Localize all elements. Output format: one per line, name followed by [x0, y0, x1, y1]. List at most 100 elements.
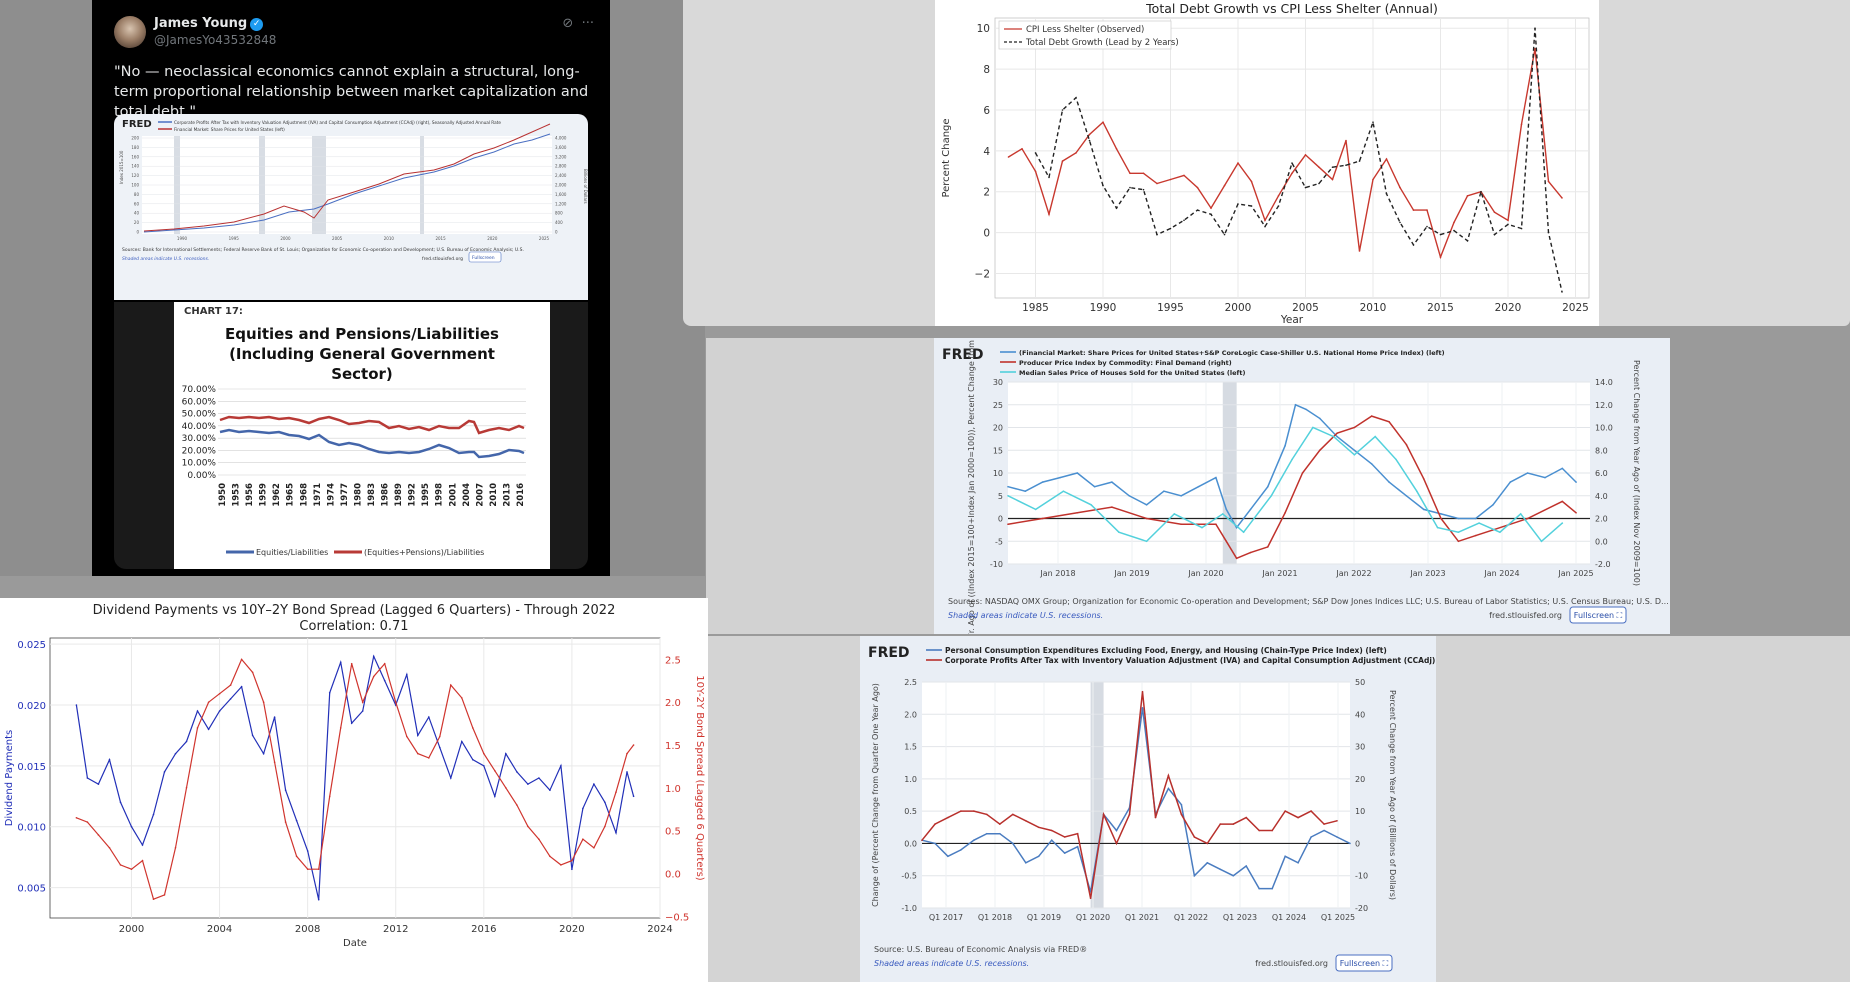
series-0-line-point — [1474, 517, 1477, 520]
series-0-line-point — [152, 813, 155, 816]
tweet-author[interactable]: James Young ✓ — [154, 16, 264, 31]
series-0-line-point — [240, 685, 243, 688]
series-0-line-point — [1245, 865, 1247, 867]
y2-tick-label: -2.0 — [1595, 560, 1611, 569]
series-0-line-point — [986, 832, 988, 835]
embedded-fred-svg: FRED Corporate Profits After Tax with In… — [119, 119, 588, 263]
series-1-line-point — [1193, 836, 1196, 838]
fred-share-figure[interactable]: FRED (Financial Market: Share Prices for … — [934, 338, 1670, 634]
series-0-line-point — [1264, 219, 1266, 222]
series-1-line-point — [1154, 816, 1157, 819]
y-tick-label: 8 — [983, 64, 990, 76]
x-tick-label: Q1 2020 — [1076, 913, 1110, 922]
series-1-line-point — [1050, 829, 1053, 832]
avatar[interactable] — [114, 16, 146, 48]
legend-label: (Financial Market: Share Prices for Unit… — [1019, 349, 1445, 357]
series-0-line-point — [1115, 829, 1118, 832]
series-0-line-point — [1561, 197, 1563, 199]
x-tick-label: 1968 — [299, 483, 309, 507]
series-1-line-point — [1025, 820, 1027, 822]
series-0-line-point — [1323, 829, 1325, 832]
y-axis-label-left: Dividend Payments — [4, 730, 15, 827]
fred-pce-figure[interactable]: FRED Personal Consumption Expenditures Ex… — [860, 636, 1465, 982]
x-tick-label: Q1 2017 — [929, 913, 963, 922]
series-0-line-point — [1349, 842, 1351, 845]
fred-site: fred.stlouisfed.org — [422, 256, 463, 262]
x-tick-label: 2013 — [502, 483, 512, 507]
series-1-line-point — [1412, 244, 1415, 246]
series-1-line-point — [1318, 182, 1320, 185]
tweet-author-name[interactable]: James Young — [154, 16, 247, 31]
series-1-line-point — [273, 761, 276, 763]
fred-logo: FRED — [868, 645, 910, 661]
series-0-line-point — [604, 801, 606, 804]
embedded-chart17[interactable]: CHART 17: Equities and Pensions/Liabilit… — [114, 302, 588, 569]
x-tick-label: 1995 — [1157, 302, 1184, 314]
series-1-line-point — [549, 855, 551, 858]
plot-area — [922, 682, 1350, 908]
series-0-line-point — [1193, 874, 1196, 877]
y-tick-label: 120 — [131, 173, 139, 178]
series-1-line-point — [428, 757, 430, 759]
series-1-line-point — [1235, 557, 1238, 560]
series-0-line-point — [1076, 472, 1079, 474]
series-1-line-point — [1323, 823, 1325, 825]
series-0-line-point — [1440, 513, 1442, 515]
series-1-line-point — [108, 847, 111, 849]
tweet-handle[interactable]: @JamesYo43532848 — [154, 33, 276, 47]
series-1-line-point — [361, 701, 364, 703]
y-tick-label: -10 — [990, 560, 1003, 569]
x-tick-label: 2007 — [475, 483, 485, 507]
series-1-line-point — [1466, 240, 1469, 242]
series-1-line-point — [1128, 813, 1131, 816]
x-tick-label: 2025 — [1562, 302, 1589, 314]
fullscreen-label[interactable]: Fullscreen — [472, 255, 495, 261]
y-tick-label: 25 — [993, 401, 1003, 410]
series-0-line-point — [1336, 836, 1338, 838]
series-0-line-point — [339, 661, 342, 664]
y-tick-label: 160 — [131, 154, 139, 159]
series-0-line-point — [350, 722, 353, 724]
grok-icon[interactable]: ⊘ — [562, 16, 573, 31]
series-1-line-point — [1048, 176, 1050, 179]
embedded-fred-chart[interactable]: FRED Corporate Profits After Tax with In… — [114, 114, 588, 300]
series-1-line-point — [229, 684, 232, 686]
series-0-line-point — [1142, 172, 1145, 175]
x-axis-label: Date — [343, 938, 367, 949]
series-0-line-point — [1050, 839, 1053, 841]
series-1-line-point — [1331, 166, 1334, 168]
series-1-line-point — [632, 744, 635, 746]
series-0-line-point — [1250, 180, 1253, 183]
fullscreen-label: Fullscreen ⛶ — [1340, 959, 1389, 968]
series-0-line-point — [1544, 476, 1546, 479]
x-tick-label: 2010 — [384, 236, 395, 241]
series-1-line-point — [1102, 184, 1104, 187]
series-1-line-point — [218, 692, 221, 695]
series-0-line-point — [130, 825, 133, 828]
y2-tick-label: 40 — [1355, 710, 1365, 719]
series-0-line-point — [483, 765, 485, 767]
series-1-line-point — [1210, 213, 1212, 215]
x-tick-label: 1950 — [218, 483, 228, 507]
y2-tick-label: 3,600 — [555, 145, 567, 150]
y-tick-label: 200 — [131, 136, 139, 141]
series-0-line-point — [1258, 887, 1260, 890]
series-0-line-point — [1128, 495, 1130, 497]
y-tick-label: 2.0 — [904, 710, 917, 719]
series-0-line-point — [571, 868, 573, 871]
x-tick-label: 2012 — [383, 924, 408, 935]
fred-ylabel-left: Index 2015=100 — [119, 150, 124, 184]
more-icon[interactable]: ··· — [582, 16, 594, 31]
series-1-line-point — [1115, 842, 1118, 845]
series-0-line-point — [934, 842, 936, 845]
series-0-line-point — [1024, 490, 1027, 492]
series-0-line-point — [560, 765, 562, 767]
verified-badge-icon: ✓ — [250, 18, 264, 31]
series-1-line-point — [1358, 160, 1361, 162]
y-tick-label: 0 — [136, 230, 139, 235]
series-1-line-point — [1249, 551, 1252, 554]
y-tick-label: 40.00% — [182, 422, 217, 432]
series-0-line-point — [141, 844, 144, 846]
y-tick-label: 2.5 — [904, 678, 917, 687]
x-tick-label: 1985 — [1022, 302, 1049, 314]
